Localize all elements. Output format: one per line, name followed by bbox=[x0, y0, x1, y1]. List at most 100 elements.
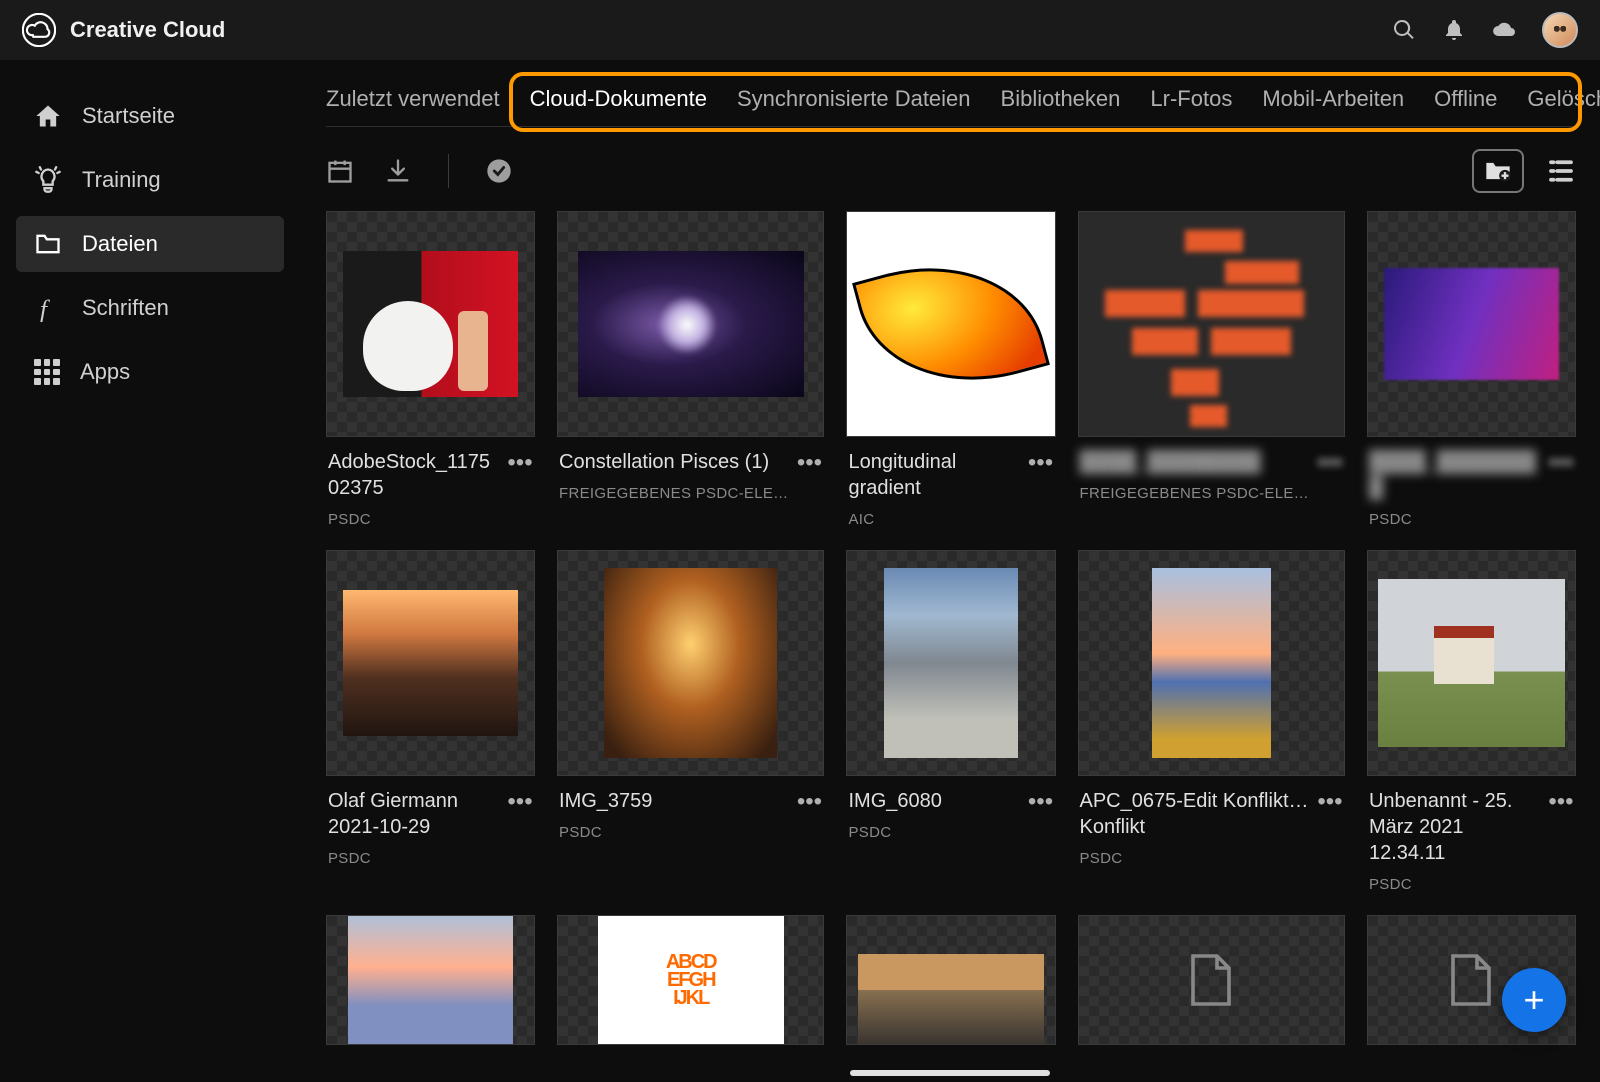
more-button[interactable]: ••• bbox=[1317, 788, 1343, 867]
sidebar-item-label: Training bbox=[82, 167, 161, 193]
folder-plus-icon bbox=[1484, 159, 1512, 183]
file-card[interactable]: Constellation Pisces (1) FREIGEGEBENES P… bbox=[557, 211, 824, 528]
more-button[interactable]: ••• bbox=[1548, 788, 1574, 893]
cloud-icon[interactable] bbox=[1492, 18, 1516, 42]
file-type: PSDC bbox=[1369, 511, 1540, 528]
file-title: ████_████████ bbox=[1080, 449, 1309, 475]
add-folder-button[interactable] bbox=[1472, 149, 1524, 193]
add-fab-button[interactable]: + bbox=[1502, 968, 1566, 1032]
file-card[interactable]: ABCDEFGHIJKL bbox=[557, 915, 824, 1045]
file-type: AIC bbox=[848, 511, 1019, 528]
check-circle-icon[interactable] bbox=[485, 157, 513, 185]
file-type: PSDC bbox=[1080, 850, 1309, 867]
file-card[interactable] bbox=[846, 915, 1055, 1045]
document-icon bbox=[1446, 950, 1496, 1010]
tab-zuletzt-verwendet[interactable]: Zuletzt verwendet bbox=[326, 78, 500, 126]
font-icon: f bbox=[34, 294, 62, 322]
tab-offline[interactable]: Offline bbox=[1434, 78, 1497, 126]
file-thumbnail[interactable] bbox=[1367, 211, 1576, 437]
sidebar-item-label: Startseite bbox=[82, 103, 175, 129]
calendar-icon[interactable] bbox=[326, 157, 354, 185]
files-grid: AdobeStock_117502375 PSDC ••• Constellat… bbox=[326, 211, 1576, 1045]
home-indicator[interactable] bbox=[850, 1070, 1050, 1076]
file-card[interactable] bbox=[1078, 915, 1345, 1045]
folder-icon bbox=[34, 230, 62, 258]
avatar[interactable] bbox=[1542, 12, 1578, 48]
more-button[interactable]: ••• bbox=[507, 449, 533, 528]
file-card[interactable]: Olaf Giermann 2021-10-29 PSDC ••• bbox=[326, 550, 535, 893]
creative-cloud-logo-icon bbox=[22, 13, 56, 47]
file-card[interactable]: AdobeStock_117502375 PSDC ••• bbox=[326, 211, 535, 528]
sidebar-item-startseite[interactable]: Startseite bbox=[16, 88, 284, 144]
more-button[interactable]: ••• bbox=[1028, 449, 1054, 528]
file-card[interactable]: Unbenannt - 25. März 2021 12.34.11 PSDC … bbox=[1367, 550, 1576, 893]
file-thumbnail[interactable] bbox=[557, 211, 824, 437]
file-thumbnail[interactable] bbox=[1078, 211, 1345, 437]
file-card[interactable]: IMG_6080 PSDC ••• bbox=[846, 550, 1055, 893]
more-button[interactable]: ••• bbox=[1028, 788, 1054, 841]
more-button[interactable]: ••• bbox=[507, 788, 533, 867]
file-thumbnail[interactable] bbox=[846, 550, 1055, 776]
file-type: PSDC bbox=[848, 824, 1019, 841]
file-card[interactable]: APC_0675-Edit Konflikt…Konflikt PSDC ••• bbox=[1078, 550, 1345, 893]
file-type: PSDC bbox=[328, 850, 499, 867]
file-thumbnail[interactable] bbox=[1078, 550, 1345, 776]
toolbar bbox=[326, 127, 1576, 211]
document-icon bbox=[1186, 950, 1236, 1010]
svg-text:f: f bbox=[40, 294, 51, 322]
main-content: Zuletzt verwendet Cloud-Dokumente Synchr… bbox=[300, 60, 1600, 1082]
more-button[interactable]: ••• bbox=[796, 788, 822, 841]
list-view-icon[interactable] bbox=[1546, 156, 1576, 186]
file-title: ████_████████ bbox=[1369, 449, 1540, 501]
search-icon[interactable] bbox=[1392, 18, 1416, 42]
file-card[interactable]: IMG_3759 PSDC ••• bbox=[557, 550, 824, 893]
file-type: PSDC bbox=[1369, 876, 1540, 893]
tab-bibliotheken[interactable]: Bibliotheken bbox=[1001, 78, 1121, 126]
plus-icon: + bbox=[1523, 979, 1544, 1021]
tab-synchronisierte-dateien[interactable]: Synchronisierte Dateien bbox=[737, 78, 971, 126]
file-title: Olaf Giermann 2021-10-29 bbox=[328, 788, 499, 840]
file-title: IMG_6080 bbox=[848, 788, 1019, 814]
sidebar-item-label: Dateien bbox=[82, 231, 158, 257]
file-card[interactable]: ████_████████ PSDC ••• bbox=[1367, 211, 1576, 528]
home-icon bbox=[34, 102, 62, 130]
file-title: IMG_3759 bbox=[559, 788, 788, 814]
file-card[interactable]: ████_████████ FREIGEGEBENES PSDC-ELE… ••… bbox=[1078, 211, 1345, 528]
file-card[interactable]: Longitudinal gradient AIC ••• bbox=[846, 211, 1055, 528]
app-header: Creative Cloud bbox=[0, 0, 1600, 60]
file-thumbnail[interactable] bbox=[326, 550, 535, 776]
file-thumbnail[interactable] bbox=[1078, 915, 1345, 1045]
sidebar-item-training[interactable]: Training bbox=[16, 152, 284, 208]
file-title: Longitudinal gradient bbox=[848, 449, 1019, 501]
sidebar-item-apps[interactable]: Apps bbox=[16, 344, 284, 400]
file-thumbnail[interactable]: ABCDEFGHIJKL bbox=[557, 915, 824, 1045]
tab-geloescht[interactable]: Gelöscht bbox=[1527, 78, 1600, 126]
file-thumbnail[interactable] bbox=[1367, 550, 1576, 776]
file-type: PSDC bbox=[328, 511, 499, 528]
tab-cloud-dokumente[interactable]: Cloud-Dokumente bbox=[530, 78, 707, 126]
file-thumbnail[interactable] bbox=[846, 211, 1055, 437]
file-title: APC_0675-Edit Konflikt…Konflikt bbox=[1080, 788, 1309, 840]
sidebar-item-schriften[interactable]: f Schriften bbox=[16, 280, 284, 336]
sidebar: Startseite Training Dateien f Schriften … bbox=[0, 60, 300, 1082]
more-button[interactable]: ••• bbox=[1317, 449, 1343, 502]
file-title: Constellation Pisces (1) bbox=[559, 449, 788, 475]
download-icon[interactable] bbox=[384, 157, 412, 185]
file-title: AdobeStock_117502375 bbox=[328, 449, 499, 501]
toolbar-divider bbox=[448, 154, 449, 188]
tab-mobil-arbeiten[interactable]: Mobil-Arbeiten bbox=[1262, 78, 1404, 126]
more-button[interactable]: ••• bbox=[796, 449, 822, 502]
file-type: FREIGEGEBENES PSDC-ELE… bbox=[1080, 485, 1309, 502]
file-title: Unbenannt - 25. März 2021 12.34.11 bbox=[1369, 788, 1540, 866]
more-button[interactable]: ••• bbox=[1548, 449, 1574, 528]
file-thumbnail[interactable] bbox=[846, 915, 1055, 1045]
tabs-row: Zuletzt verwendet Cloud-Dokumente Synchr… bbox=[326, 78, 1576, 127]
file-thumbnail[interactable] bbox=[326, 211, 535, 437]
sidebar-item-dateien[interactable]: Dateien bbox=[16, 216, 284, 272]
file-card[interactable] bbox=[326, 915, 535, 1045]
file-type: FREIGEGEBENES PSDC-ELE… bbox=[559, 485, 788, 502]
file-thumbnail[interactable] bbox=[557, 550, 824, 776]
tab-lr-fotos[interactable]: Lr-Fotos bbox=[1150, 78, 1232, 126]
file-thumbnail[interactable] bbox=[326, 915, 535, 1045]
bell-icon[interactable] bbox=[1442, 18, 1466, 42]
